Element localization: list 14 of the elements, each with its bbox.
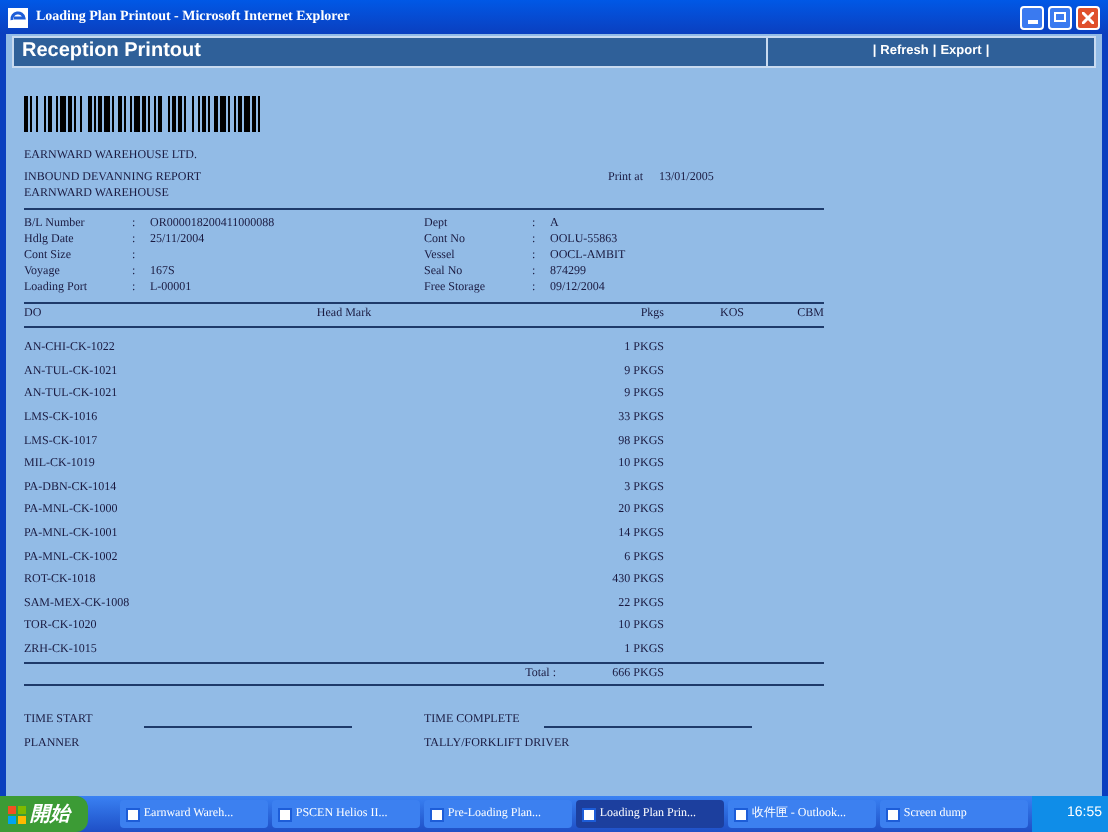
close-icon xyxy=(1082,11,1094,23)
page-title: Reception Printout xyxy=(14,38,768,66)
window-icon xyxy=(581,807,596,821)
window-icon xyxy=(885,807,900,821)
window-icon xyxy=(429,807,444,821)
window-icon xyxy=(277,807,292,821)
minimize-button[interactable] xyxy=(1020,5,1044,29)
window-icon xyxy=(125,807,140,821)
browser-icon xyxy=(8,7,28,27)
restore-button[interactable] xyxy=(1048,5,1072,29)
close-button[interactable] xyxy=(1076,5,1100,29)
window-icon xyxy=(733,807,748,821)
start-button[interactable]: 開始 xyxy=(0,796,88,832)
windows-logo-icon xyxy=(8,805,26,823)
